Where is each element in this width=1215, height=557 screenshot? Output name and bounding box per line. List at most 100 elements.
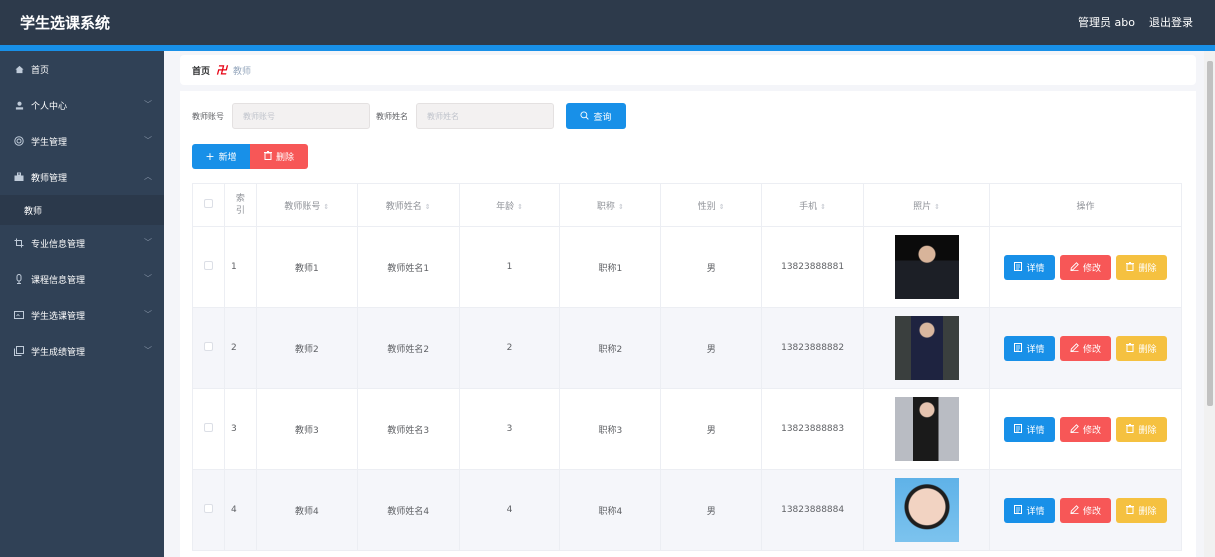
- detail-button[interactable]: 详情: [1003, 497, 1055, 523]
- cell-index: 1: [223, 226, 257, 308]
- trash-icon: [1126, 342, 1135, 354]
- detail-button[interactable]: 详情: [1003, 416, 1055, 442]
- teacher-photo[interactable]: [894, 478, 959, 542]
- batch-delete-button[interactable]: 删除: [250, 144, 308, 169]
- sidebar-item-label: 教师管理: [31, 173, 68, 184]
- header-gender[interactable]: 性别 ⇕: [660, 183, 763, 227]
- edit-icon: [1070, 423, 1079, 435]
- sidebar-item-personal-center[interactable]: 个人中心 ﹀: [0, 87, 164, 123]
- header-index: 索 引: [223, 183, 257, 227]
- header-name[interactable]: 教师姓名 ⇕: [356, 183, 460, 227]
- sidebar-item-home[interactable]: 首页: [0, 51, 164, 87]
- sidebar-item-label: 个人中心: [31, 101, 68, 112]
- cell-photo: [863, 469, 990, 551]
- header-age[interactable]: 年龄 ⇕: [458, 183, 561, 227]
- sidebar-item-course-info[interactable]: 课程信息管理 ﹀: [0, 261, 164, 297]
- sidebar-item-label: 学生选课管理: [31, 311, 86, 322]
- name-search-input[interactable]: [416, 103, 554, 129]
- sidebar-item-grade-management[interactable]: 学生成绩管理 ﹀: [0, 333, 164, 369]
- edit-button[interactable]: 修改: [1059, 335, 1111, 361]
- delete-button[interactable]: 删除: [1115, 335, 1167, 361]
- chevron-down-icon: ﹀: [144, 274, 152, 283]
- breadcrumb: 首页 卍 教师: [180, 55, 1196, 85]
- header-title[interactable]: 职称 ⇕: [559, 183, 662, 227]
- edit-button-label: 修改: [1082, 506, 1101, 517]
- delete-button[interactable]: 删除: [1115, 497, 1167, 523]
- sort-icon[interactable]: ⇕: [618, 203, 624, 211]
- header-phone[interactable]: 手机 ⇕: [761, 183, 865, 227]
- sort-icon[interactable]: ⇕: [719, 203, 725, 211]
- edit-button[interactable]: 修改: [1059, 416, 1111, 442]
- delete-button[interactable]: 删除: [1115, 254, 1167, 280]
- breadcrumb-home[interactable]: 首页: [192, 64, 210, 77]
- cell-phone: 13823888884: [761, 469, 865, 551]
- teacher-photo[interactable]: [894, 397, 959, 461]
- detail-button[interactable]: 详情: [1003, 254, 1055, 280]
- logout-link[interactable]: 退出登录: [1149, 14, 1193, 30]
- row-checkbox[interactable]: [203, 342, 213, 351]
- chevron-up-icon: ︿: [144, 172, 152, 181]
- row-checkbox[interactable]: [203, 504, 213, 513]
- sidebar-item-student-management[interactable]: 学生管理 ﹀: [0, 123, 164, 159]
- table-row: 2 教师2 教师姓名2 2 职称2 男 13823888882 详情 修改 删除: [192, 307, 1183, 389]
- scrollbar-thumb[interactable]: [1207, 61, 1213, 406]
- sort-icon[interactable]: ⇕: [934, 203, 940, 211]
- sidebar-item-label: 学生管理: [31, 137, 68, 148]
- edit-button[interactable]: 修改: [1059, 254, 1111, 280]
- cell-phone: 13823888883: [761, 388, 865, 470]
- document-icon: [1014, 342, 1023, 354]
- batch-delete-label: 删除: [275, 153, 294, 163]
- add-button[interactable]: + 新增: [192, 144, 250, 169]
- breadcrumb-separator-icon: 卍: [216, 64, 228, 77]
- page-scrollbar[interactable]: [1204, 51, 1215, 557]
- teacher-photo[interactable]: [894, 316, 959, 380]
- row-select-cell: [192, 469, 225, 551]
- query-button-label: 查询: [593, 112, 612, 123]
- sort-icon[interactable]: ⇕: [425, 203, 431, 211]
- briefcase-icon: [14, 172, 24, 182]
- search-icon: [580, 110, 590, 122]
- sort-icon[interactable]: ⇕: [820, 203, 826, 211]
- row-select-cell: [192, 307, 225, 389]
- cell-index: 2: [223, 307, 257, 389]
- sidebar-item-course-selection[interactable]: 学生选课管理 ﹀: [0, 297, 164, 333]
- teacher-photo[interactable]: [894, 235, 959, 299]
- sort-icon[interactable]: ⇕: [323, 203, 329, 211]
- cell-actions: 详情 修改 删除: [988, 469, 1183, 551]
- delete-button-label: 删除: [1138, 344, 1157, 355]
- cell-age: 4: [458, 469, 561, 551]
- cell-age: 3: [458, 388, 561, 470]
- cell-age: 2: [458, 307, 561, 389]
- row-checkbox[interactable]: [203, 423, 213, 432]
- delete-button[interactable]: 删除: [1115, 416, 1167, 442]
- cell-photo: [863, 307, 990, 389]
- sort-icon[interactable]: ⇕: [517, 203, 523, 211]
- edit-icon: [1070, 261, 1079, 273]
- plus-icon: +: [205, 150, 215, 163]
- cell-gender: 男: [660, 226, 763, 308]
- cell-account: 教师1: [255, 226, 358, 308]
- sidebar-subitem-teacher[interactable]: 教师: [0, 195, 164, 225]
- cell-index: 3: [223, 388, 257, 470]
- cell-age: 1: [458, 226, 561, 308]
- home-icon: [14, 64, 24, 74]
- header-select-all: [192, 183, 225, 227]
- cell-account: 教师3: [255, 388, 358, 470]
- account-search-input[interactable]: [232, 103, 370, 129]
- sidebar-item-teacher-management[interactable]: 教师管理 ︿: [0, 159, 164, 195]
- edit-icon: [1070, 504, 1079, 516]
- detail-button[interactable]: 详情: [1003, 335, 1055, 361]
- select-all-checkbox[interactable]: [203, 199, 213, 208]
- chevron-down-icon: ﹀: [144, 346, 152, 355]
- sidebar-item-major-info[interactable]: 专业信息管理 ﹀: [0, 225, 164, 261]
- table-header-row: 索 引 教师账号 ⇕ 教师姓名 ⇕ 年龄 ⇕ 职称 ⇕ 性别 ⇕ 手机 ⇕ 照片 ⇕ 操作: [192, 183, 1183, 227]
- header-photo[interactable]: 照片 ⇕: [863, 183, 990, 227]
- query-button[interactable]: 查询: [566, 103, 626, 129]
- edit-button[interactable]: 修改: [1059, 497, 1111, 523]
- top-header: 学生选课系统 管理员 abo 退出登录: [0, 0, 1215, 45]
- row-checkbox[interactable]: [203, 261, 213, 270]
- cell-photo: [863, 226, 990, 308]
- header-account[interactable]: 教师账号 ⇕: [255, 183, 358, 227]
- cell-actions: 详情 修改 删除: [988, 388, 1183, 470]
- cell-photo: [863, 388, 990, 470]
